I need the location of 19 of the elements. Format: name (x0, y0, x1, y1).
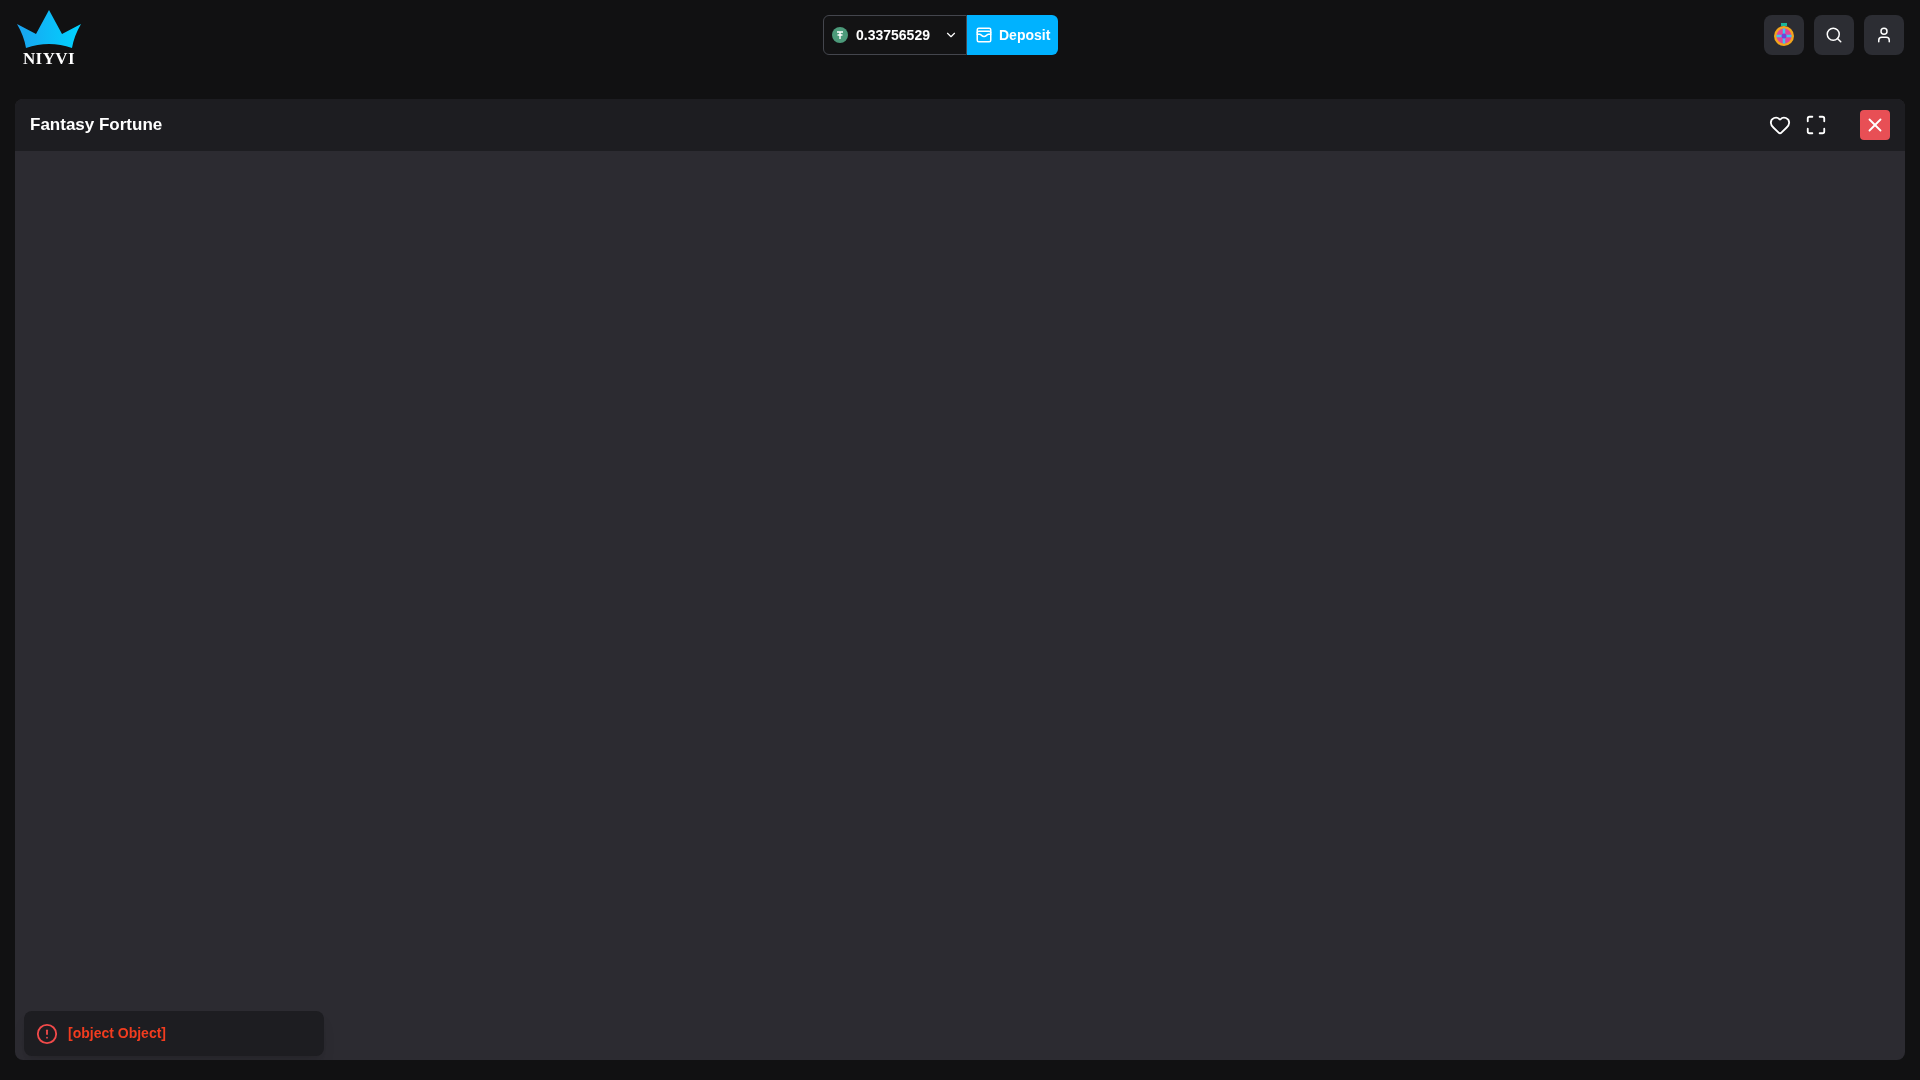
heart-icon (1769, 114, 1791, 136)
fullscreen-button[interactable] (1804, 113, 1828, 137)
wallet-icon (975, 26, 993, 44)
prize-wheel-button[interactable] (1764, 15, 1804, 55)
search-icon (1825, 26, 1843, 44)
profile-button[interactable] (1864, 15, 1904, 55)
game-title: Fantasy Fortune (30, 114, 163, 137)
wheel-icon (1773, 23, 1795, 47)
logo[interactable]: NIYVI (16, 10, 82, 67)
tether-icon (832, 27, 848, 43)
balance-selector[interactable]: 0.33756529 (823, 15, 967, 55)
crown-icon (16, 10, 82, 50)
alert-icon (36, 1022, 58, 1045)
search-button[interactable] (1814, 15, 1854, 55)
toast-message: [object Object] (68, 1024, 166, 1043)
close-button[interactable] (1860, 110, 1890, 140)
logo-text: NIYVI (22, 50, 76, 67)
user-icon (1875, 26, 1893, 44)
fullscreen-icon (1805, 114, 1827, 136)
